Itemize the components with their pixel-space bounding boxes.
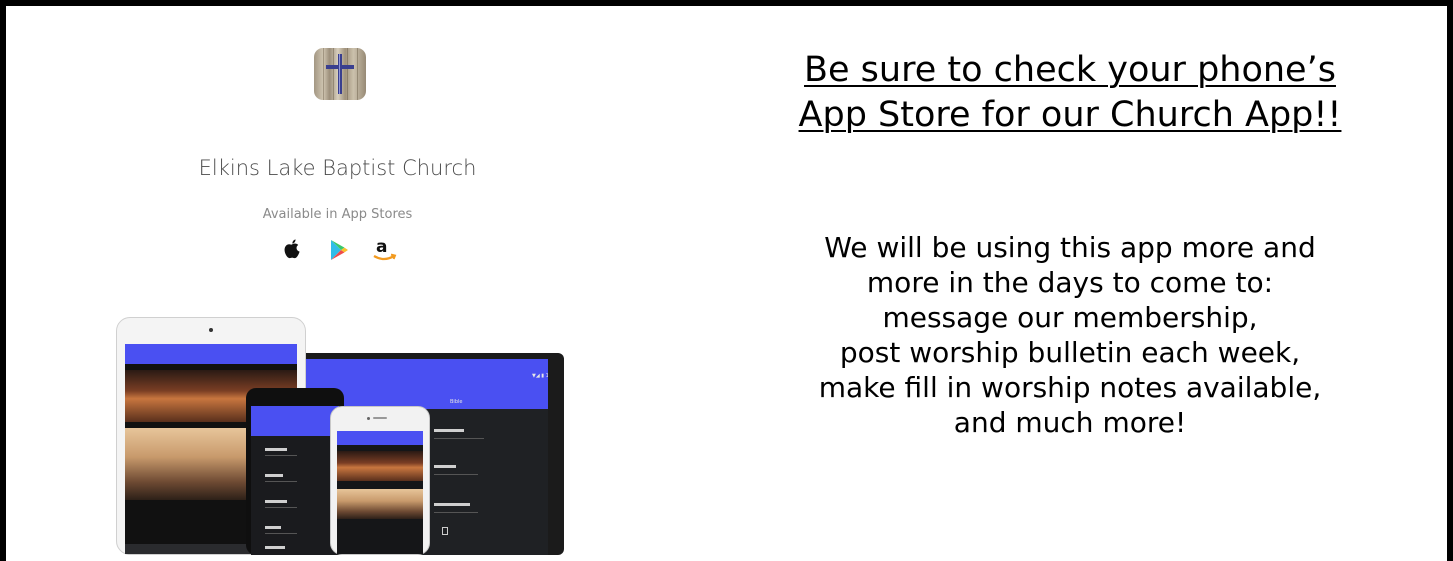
body-text: We will be using this app more and more … [700,230,1440,440]
headline: Be sure to check your phone’s App Store … [700,48,1440,138]
body-line: more in the days to come to: [866,266,1274,299]
body-line: message our membership, [882,301,1258,334]
app-logo-cross-icon[interactable] [314,48,366,100]
google-play-icon[interactable] [329,238,349,267]
store-icons: a [6,236,669,269]
apple-icon[interactable] [282,238,302,267]
svg-text:a: a [376,237,387,257]
body-line: We will be using this app more and [824,231,1316,264]
amazon-icon[interactable]: a [372,236,398,269]
availability-label: Available in App Stores [262,207,413,222]
iphone [330,406,430,555]
promo-text: Be sure to check your phone’s App Store … [700,6,1440,561]
body-line: and much more! [953,406,1187,439]
app-card: Elkins Lake Baptist Church Available in … [6,6,669,561]
headline-line: App Store for our Church App!! [798,95,1342,135]
headline-line: Be sure to check your phone’s [804,50,1336,90]
app-name: Elkins Lake Baptist Church [198,156,477,180]
body-line: make fill in worship notes available, [818,371,1322,404]
body-line: post worship bulletin each week, [839,336,1301,369]
